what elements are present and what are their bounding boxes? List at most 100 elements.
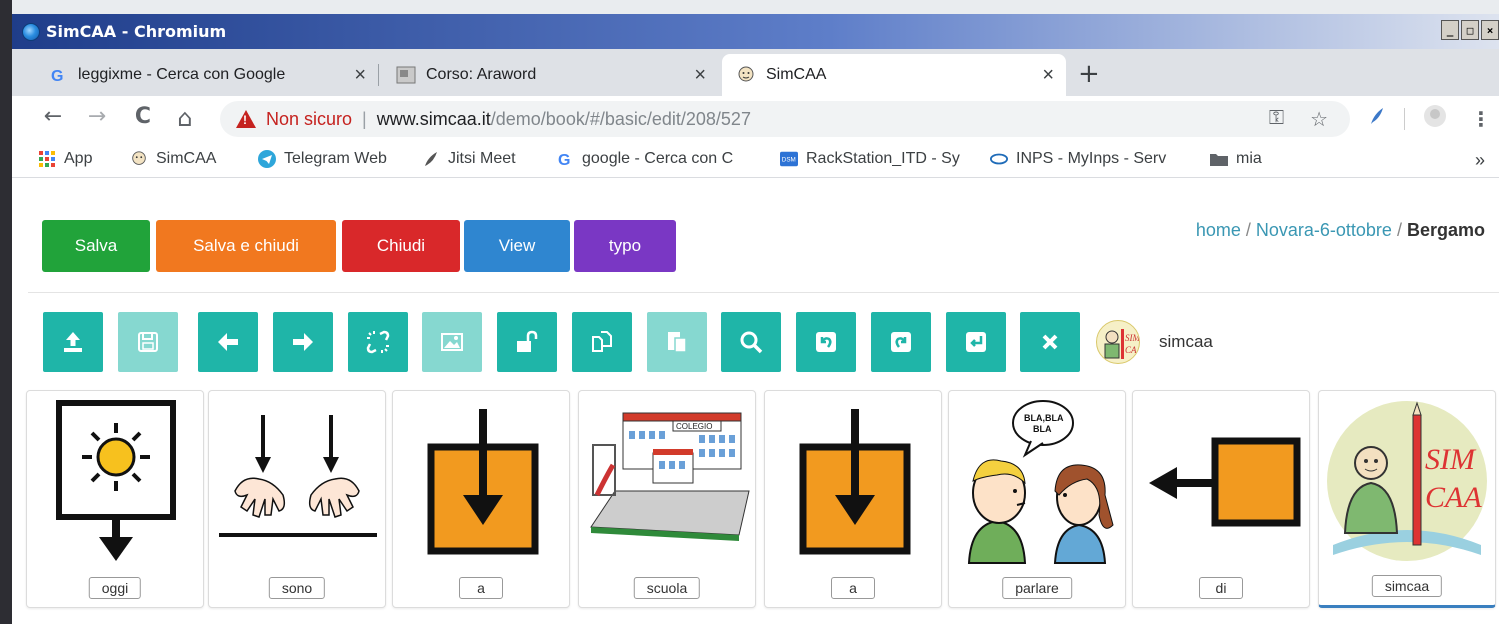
extension-area: ⋮	[1368, 104, 1491, 133]
bookmark-item[interactable]: mia	[1210, 150, 1262, 168]
tab-google-search[interactable]: G leggixme - Cerca con Google ×	[48, 54, 378, 96]
bookmark-star-icon[interactable]: ☆	[1310, 107, 1328, 132]
tab-strip: G leggixme - Cerca con Google × Corso: A…	[12, 49, 1499, 96]
image-button[interactable]	[422, 312, 482, 372]
bookmarks-overflow-button[interactable]: »	[1475, 150, 1485, 171]
bookmark-item[interactable]: INPS - MyInps - Serv	[990, 150, 1166, 168]
bookmark-item[interactable]: Jitsi Meet	[422, 150, 516, 168]
symbol-card-simcaa[interactable]: SIM CAA simcaa	[1318, 390, 1496, 608]
breadcrumb-project[interactable]: Novara-6-ottobre	[1256, 220, 1392, 240]
bookmark-item[interactable]: DSM RackStation_ITD - Sy	[780, 150, 960, 168]
upload-button[interactable]	[43, 312, 103, 372]
maximize-button[interactable]: □	[1461, 20, 1479, 40]
talk-symbol-icon: BLA,BLA BLA	[967, 400, 1114, 564]
address-bar[interactable]: Non sicuro | www.simcaa.it /demo/book/#/…	[220, 101, 1350, 137]
close-window-button[interactable]: ×	[1481, 20, 1499, 40]
card-label: parlare	[1002, 577, 1072, 599]
speech-bubble-text: BLA	[1033, 424, 1052, 434]
forward-button[interactable]: →	[82, 104, 112, 129]
close-icon[interactable]: ×	[1042, 64, 1054, 87]
symbol-card-sono[interactable]: sono	[208, 390, 386, 608]
bookmark-item[interactable]: App	[38, 150, 92, 168]
symbol-card-di[interactable]: di	[1132, 390, 1310, 608]
chrome-menu-icon[interactable]: ⋮	[1471, 107, 1491, 131]
close-button[interactable]: Chiudi	[342, 220, 460, 272]
unlock-button[interactable]	[497, 312, 557, 372]
bookmark-label: RackStation_ITD - Sy	[806, 150, 960, 167]
breadcrumb-home[interactable]: home	[1196, 220, 1241, 240]
symbol-card-parlare[interactable]: BLA,BLA BLA parlare	[948, 390, 1126, 608]
card-label: scuola	[633, 577, 701, 599]
unlink-button[interactable]	[348, 312, 408, 372]
move-left-button[interactable]	[198, 312, 258, 372]
close-icon[interactable]: ×	[354, 64, 366, 87]
tab-corso-araword[interactable]: Corso: Araword ×	[396, 54, 718, 96]
paste-button[interactable]	[647, 312, 707, 372]
apps-grid-icon	[38, 150, 56, 168]
quill-extension-icon[interactable]	[1368, 106, 1386, 131]
redo-button[interactable]	[871, 312, 931, 372]
hands-down-symbol-icon	[219, 415, 377, 537]
speech-bubble-text: BLA,BLA	[1024, 413, 1064, 423]
desktop-strip	[0, 0, 1499, 14]
typo-button[interactable]: typo	[574, 220, 676, 272]
save-and-close-button[interactable]: Salva e chiudi	[156, 220, 336, 272]
tab-label: SimCAA	[766, 66, 827, 83]
toolbar-divider	[1404, 107, 1405, 130]
warning-icon	[236, 110, 256, 128]
window-title: SimCAA - Chromium	[46, 22, 227, 41]
upload-icon	[64, 332, 82, 352]
telegram-icon	[258, 150, 276, 168]
bookmark-label: mia	[1236, 150, 1262, 167]
view-button[interactable]: View	[464, 220, 570, 272]
symbol-card-oggi[interactable]: oggi	[26, 390, 204, 608]
symbol-card-a[interactable]: a	[392, 390, 570, 608]
security-status[interactable]: Non sicuro	[266, 109, 352, 130]
minimize-button[interactable]: _	[1441, 20, 1459, 40]
tab-simcaa[interactable]: SimCAA ×	[722, 54, 1066, 96]
unlock-icon	[517, 330, 538, 352]
floppy-icon	[138, 332, 158, 352]
move-right-button[interactable]	[273, 312, 333, 372]
redo-icon	[891, 332, 911, 352]
search-button[interactable]	[721, 312, 781, 372]
arrow-in-box-symbol-icon	[799, 409, 911, 555]
arrow-left-icon	[218, 333, 238, 351]
paste-icon	[668, 332, 687, 353]
close-icon[interactable]: ×	[694, 64, 706, 87]
image-icon	[441, 333, 463, 351]
reload-button[interactable]: C	[128, 104, 158, 129]
home-button[interactable]: ⌂	[170, 104, 200, 132]
profile-name[interactable]: simcaa	[1159, 332, 1213, 352]
simcaa-icon	[736, 65, 756, 85]
return-icon	[966, 332, 986, 352]
bookmark-item[interactable]: G google - Cerca con C	[556, 150, 733, 168]
logo-text: SIM	[1425, 443, 1477, 476]
back-button[interactable]: ←	[38, 104, 68, 129]
arrow-in-box-symbol-icon	[427, 409, 539, 555]
save-tool-button[interactable]	[118, 312, 178, 372]
card-label: di	[1199, 577, 1243, 599]
svg-text:G: G	[558, 152, 570, 168]
undo-button[interactable]	[796, 312, 856, 372]
delete-button[interactable]	[1020, 312, 1080, 372]
symbol-card-a[interactable]: a	[764, 390, 942, 608]
undo-icon	[816, 332, 836, 352]
key-icon[interactable]: ⚿	[1269, 107, 1284, 132]
bookmark-item[interactable]: SimCAA	[130, 150, 216, 168]
bookmark-item[interactable]: Telegram Web	[258, 150, 387, 168]
card-label: sono	[268, 577, 326, 599]
card-label: a	[459, 577, 503, 599]
profile-avatar-icon[interactable]	[1423, 104, 1447, 133]
save-button[interactable]: Salva	[42, 220, 150, 272]
google-icon: G	[556, 150, 574, 168]
return-button[interactable]	[946, 312, 1006, 372]
title-bar: SimCAA - Chromium _ □ ×	[12, 14, 1499, 49]
dsm-icon: DSM	[780, 150, 798, 168]
copy-button[interactable]	[572, 312, 632, 372]
new-tab-button[interactable]: +	[1078, 59, 1100, 89]
close-icon	[1042, 334, 1058, 350]
window-controls: _ □ ×	[1441, 20, 1499, 40]
simcaa-profile-avatar[interactable]: SIM CAA	[1096, 320, 1140, 364]
symbol-card-scuola[interactable]: COLEGIO scuola	[578, 390, 756, 608]
